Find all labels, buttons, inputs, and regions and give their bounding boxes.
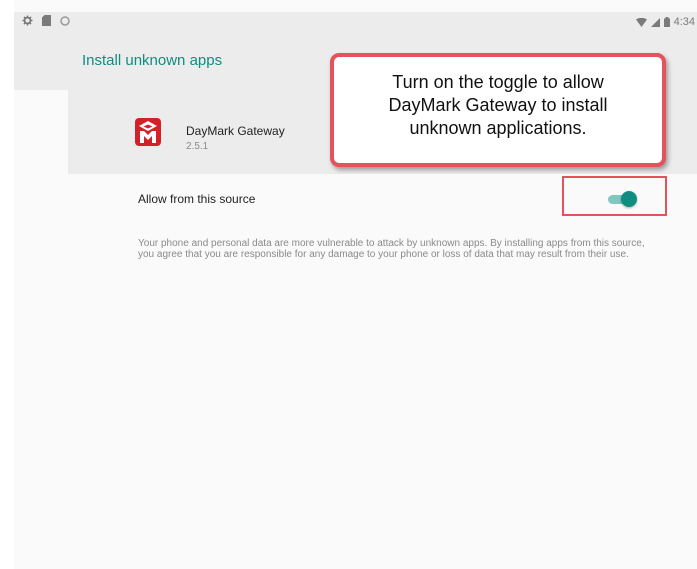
battery-icon (663, 17, 670, 27)
callout-line: Turn on the toggle to allow (392, 72, 604, 92)
app-version: 2.5.1 (186, 141, 209, 152)
gear-icon (22, 15, 33, 26)
sync-icon (60, 15, 70, 26)
sd-card-icon (42, 15, 51, 26)
status-icons-right: 4:34 (635, 16, 695, 28)
daymark-logo-icon (135, 118, 161, 146)
wifi-icon (635, 17, 647, 27)
callout-line: DayMark Gateway to install (388, 95, 608, 115)
callout-line: unknown applications. (409, 118, 587, 138)
callout-text: Turn on the toggle to allow DayMark Gate… (334, 71, 662, 140)
app-name: DayMark Gateway (186, 124, 285, 138)
status-bar: 4:34 (14, 12, 697, 32)
toggle-highlight-box (562, 176, 667, 216)
allow-from-source-label[interactable]: Allow from this source (138, 192, 255, 206)
status-time: 4:34 (673, 16, 695, 28)
instruction-callout: Turn on the toggle to allow DayMark Gate… (330, 53, 666, 167)
signal-icon (650, 17, 660, 27)
page-title: Install unknown apps (82, 52, 223, 69)
settings-screen: 4:34 Install unknown apps DayMark Gatewa… (14, 0, 697, 569)
warning-description: Your phone and personal data are more vu… (138, 238, 645, 260)
status-icons-left (22, 15, 70, 26)
